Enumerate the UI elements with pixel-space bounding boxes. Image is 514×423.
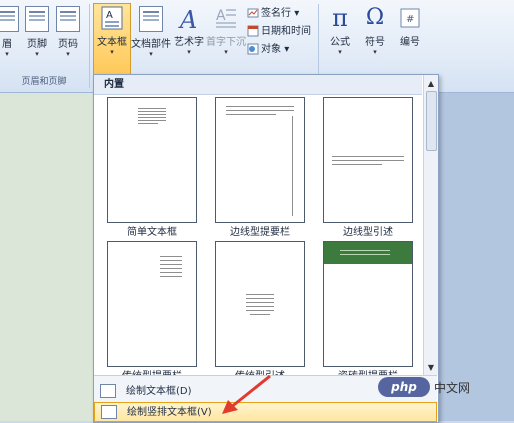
signature-line-button[interactable]: 签名行 ▾ [247,6,299,22]
numbering-icon: # [399,6,421,30]
page-number-button[interactable]: 页码 ▾ [54,4,82,68]
page-number-icon [56,6,80,32]
tile-band [324,242,412,264]
signature-icon [247,7,259,19]
page-header-icon [0,6,19,32]
draw-textbox-icon [100,384,116,398]
gallery-header: 内置 [94,75,422,95]
header-button[interactable]: 眉 ▾ [0,4,20,68]
draw-vertical-textbox-icon [101,405,117,419]
omega-icon: Ω [365,5,385,30]
textbox-icon: A [101,6,123,30]
svg-text:A: A [106,10,113,21]
gallery-item-label: 边线型引述 [343,227,393,238]
document-area-left [0,92,93,421]
gallery-item-simple-textbox[interactable] [107,97,197,223]
gallery-item-label: 边线型提要栏 [230,227,290,238]
gallery-item-label: 简单文本框 [127,227,177,238]
numbering-button[interactable]: # 编号 [393,4,427,68]
scroll-thumb[interactable] [426,91,437,151]
textbox-button[interactable]: A 文本框 ▾ [93,3,131,75]
scroll-down-icon[interactable]: ▼ [424,361,438,375]
scroll-up-icon[interactable]: ▲ [424,77,438,91]
gallery-item-tile-sidebar[interactable] [323,241,413,367]
annotation-arrow-icon [222,374,271,414]
svg-text:A: A [178,6,197,30]
footer-button[interactable]: 页脚 ▾ [24,4,50,68]
header-footer-group-label: 页眉和页脚 [21,77,67,87]
calendar-icon [247,25,259,37]
object-button[interactable]: 对象 ▾ [247,42,289,58]
equation-button[interactable]: π 公式 ▾ [322,4,358,68]
document-area-right [436,92,514,421]
gallery-item-edge-quote[interactable] [323,97,413,223]
drop-cap-icon: A [215,6,237,30]
group-separator [89,4,90,88]
symbol-button[interactable]: Ω 符号 ▾ [358,4,392,68]
drop-cap-button[interactable]: A 首字下沉 ▾ [206,4,246,68]
svg-text:A: A [216,8,226,24]
quick-parts-icon [139,6,163,32]
quick-parts-button[interactable]: 文档部件 ▾ [131,4,171,68]
watermark-text: 中文网 [434,381,471,395]
page-footer-icon [25,6,49,32]
wordart-icon: A [178,6,200,34]
gallery-item-traditional-sidebar[interactable] [107,241,197,367]
gallery-item-traditional-quote[interactable] [215,241,305,367]
date-time-button[interactable]: 日期和时间 [247,24,311,40]
gallery-item-edge-sidebar[interactable] [215,97,305,223]
object-icon [247,43,259,55]
svg-text:#: # [406,14,414,25]
gallery-scrollbar[interactable]: ▲ ▼ [423,75,438,375]
php-logo: php [378,377,430,397]
pi-icon: π [332,4,348,32]
textbox-gallery: 内置 ▲ ▼ 简单文本框 边线型提要栏 边线型引述 传统型提要栏 [93,74,439,423]
wordart-button[interactable]: A 艺术字 ▾ [172,4,206,68]
